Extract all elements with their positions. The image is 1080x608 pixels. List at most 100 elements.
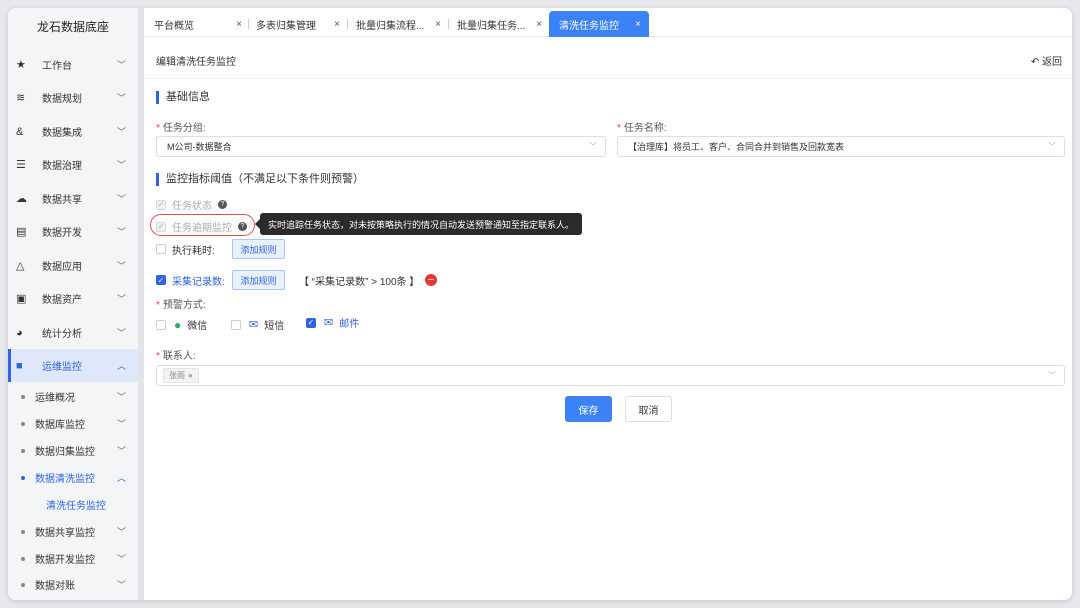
alert-option-sms[interactable]: ✉ 短信: [231, 317, 284, 332]
sidebar-subitem-collect-monitor[interactable]: 数据归集监控 ﹀: [8, 437, 138, 464]
sidebar-subitem-share-monitor[interactable]: 数据共享监控 ﹀: [8, 518, 138, 545]
sms-label: 短信: [264, 321, 285, 332]
sidebar-subitem-clean-monitor[interactable]: 数据清洗监控 ︿: [8, 464, 138, 491]
tab-platform-overview[interactable]: 平台概览 ×: [154, 11, 250, 37]
duration-checkbox[interactable]: [156, 244, 166, 254]
back-label: 返回: [1042, 57, 1062, 68]
tag-close-icon[interactable]: ●: [188, 371, 193, 380]
sidebar-item-sharing[interactable]: ☁ 数据共享 ﹀: [8, 182, 138, 215]
tab-multi-table[interactable]: 多表归集管理 ×: [256, 11, 348, 37]
close-icon[interactable]: ×: [635, 19, 641, 30]
close-icon[interactable]: ×: [334, 19, 340, 30]
help-icon[interactable]: ?: [238, 222, 247, 231]
records-row: ✓ 采集记录数: 添加规则 【 “采集记录数” > 100条 】 −: [156, 270, 438, 290]
duration-label: 执行耗时:: [172, 245, 215, 257]
sidebar: 龙石数据底座 ★ 工作台 ﹀ ≋ 数据规划 ﹀ & 数据集成 ﹀ ☰ 数据治理 …: [8, 8, 138, 600]
bullet-icon: [21, 394, 25, 399]
sidebar-subitem-label: 运维概况: [35, 393, 75, 404]
main-content: 编辑清洗任务监控 ↶ 返回 基础信息 * 任务分组: M公司-数据整合 ﹀ * 任务…: [144, 37, 1072, 600]
add-rule-button-records[interactable]: 添加规则: [232, 270, 285, 290]
sidebar-item-label: 工作台: [42, 61, 72, 72]
records-checkbox[interactable]: ✓: [156, 275, 166, 285]
sidebar-subitem-ops-overview[interactable]: 运维概况 ﹀: [8, 383, 138, 410]
tab-batch-flow[interactable]: 批量归集流程... ×: [356, 11, 449, 37]
bullet-icon: [21, 556, 25, 561]
overdue-tooltip: 实时追踪任务状态，对未按策略执行的情况自动发送预警通知至指定联系人。: [254, 213, 583, 235]
sidebar-item-label: 运维监控: [42, 362, 82, 373]
close-icon[interactable]: ×: [435, 19, 441, 30]
database-icon: ☰: [16, 159, 26, 171]
contact-label: * 联系人:: [156, 347, 196, 362]
sidebar-item-label: 数据开发: [42, 228, 82, 239]
contact-select[interactable]: 张雨 ● ﹀: [156, 365, 1065, 386]
add-rule-button-duration[interactable]: 添加规则: [232, 239, 285, 259]
close-icon[interactable]: ×: [236, 19, 242, 30]
tab-divider: [347, 19, 348, 29]
section-title-basic: 基础信息: [156, 91, 210, 104]
task-overdue-checkbox[interactable]: ✓: [156, 221, 166, 232]
chevron-down-icon: ﹀: [589, 142, 597, 151]
wechat-checkbox[interactable]: [156, 319, 166, 330]
sidebar-subitem-label: 数据开发监控: [35, 555, 95, 566]
sidebar-subitem-label: 数据库监控: [35, 420, 85, 431]
chevron-down-icon: ﹀: [116, 261, 126, 271]
required-mark: *: [156, 123, 160, 134]
sidebar-item-statistics[interactable]: ◕ 统计分析 ﹀: [8, 316, 138, 349]
sidebar-item-assets[interactable]: ▣ 数据资产 ﹀: [8, 282, 138, 315]
tab-batch-task[interactable]: 批量归集任务... ×: [457, 11, 550, 37]
sidebar-item-label: 数据集成: [42, 128, 82, 139]
sidebar-subitem-reconcile[interactable]: 数据对账 ﹀: [8, 571, 138, 598]
sidebar-item-development[interactable]: ▤ 数据开发 ﹀: [8, 215, 138, 248]
sidebar-item-planning[interactable]: ≋ 数据规划 ﹀: [8, 81, 138, 114]
sidebar-subitem-dev-monitor[interactable]: 数据开发监控 ﹀: [8, 545, 138, 572]
task-overdue-row: ✓ 任务逾期监控 ?: [156, 219, 247, 234]
cancel-button[interactable]: 取消: [625, 396, 672, 422]
alert-option-wechat[interactable]: ● 微信: [156, 317, 207, 332]
alert-option-email[interactable]: ✓ ✉ 邮件: [306, 315, 359, 330]
tab-clean-task-monitor[interactable]: 清洗任务监控 ×: [549, 11, 649, 37]
chevron-up-icon: ︿: [116, 361, 126, 371]
sidebar-item-ops-monitor[interactable]: ■ 运维监控 ︿: [8, 349, 138, 382]
chevron-down-icon: ﹀: [116, 580, 126, 590]
sidebar-subitem-label: 数据共享监控: [35, 528, 95, 539]
task-status-checkbox[interactable]: ✓: [156, 199, 166, 210]
task-status-label: 任务状态: [172, 201, 212, 212]
sidebar-item-label: 数据资产: [42, 295, 82, 306]
chevron-up-icon: ︿: [116, 473, 126, 483]
sidebar-item-governance[interactable]: ☰ 数据治理 ﹀: [8, 148, 138, 181]
sidebar-leaf-clean-task-monitor[interactable]: 清洗任务监控: [8, 491, 138, 518]
sidebar-leaf-label: 清洗任务监控: [46, 501, 106, 512]
breadcrumb: 编辑清洗任务监控: [156, 57, 236, 68]
app-window: 龙石数据底座 ★ 工作台 ﹀ ≋ 数据规划 ﹀ & 数据集成 ﹀ ☰ 数据治理 …: [8, 8, 1072, 600]
task-group-select[interactable]: M公司-数据整合 ﹀: [156, 136, 606, 157]
alert-method-label: * 预警方式:: [156, 296, 206, 311]
sidebar-subitem-db-monitor[interactable]: 数据库监控 ﹀: [8, 410, 138, 437]
back-button[interactable]: ↶ 返回: [1031, 53, 1062, 68]
sms-checkbox[interactable]: [231, 319, 241, 330]
close-icon[interactable]: ×: [536, 19, 542, 30]
chevron-down-icon: ﹀: [116, 527, 126, 537]
tab-label: 清洗任务监控: [559, 20, 619, 32]
sidebar-subitem-label: 数据归集监控: [35, 447, 95, 458]
duration-row: 执行耗时: 添加规则: [156, 239, 285, 259]
sidebar-item-workbench[interactable]: ★ 工作台 ﹀: [8, 48, 138, 81]
email-checkbox[interactable]: ✓: [306, 317, 316, 328]
save-button[interactable]: 保存: [565, 396, 612, 422]
task-group-label-text: 任务分组:: [162, 123, 206, 134]
tab-bar: 平台概览 × 多表归集管理 × 批量归集流程... × 批量归集任务... × …: [144, 8, 1072, 37]
sidebar-item-application[interactable]: △ 数据应用 ﹀: [8, 249, 138, 282]
remove-rule-icon[interactable]: −: [425, 274, 438, 286]
integration-icon: &: [16, 125, 24, 138]
alert-method-label-text: 预警方式:: [162, 300, 206, 311]
chevron-down-icon: ﹀: [116, 419, 126, 429]
help-icon[interactable]: ?: [218, 200, 227, 209]
task-name-label-text: 任务名称:: [623, 123, 667, 134]
bullet-icon: [21, 529, 25, 534]
task-name-select[interactable]: 【治理库】将员工、客户、合同合并到销售及回款宽表 ﹀: [617, 136, 1065, 157]
tab-label: 批量归集任务...: [457, 20, 526, 32]
contact-tag-label: 张雨: [169, 371, 185, 380]
contact-label-text: 联系人:: [162, 351, 196, 362]
sidebar-item-label: 数据规划: [42, 94, 82, 105]
chevron-down-icon: ﹀: [116, 160, 126, 170]
sidebar-item-integration[interactable]: & 数据集成 ﹀: [8, 115, 138, 148]
